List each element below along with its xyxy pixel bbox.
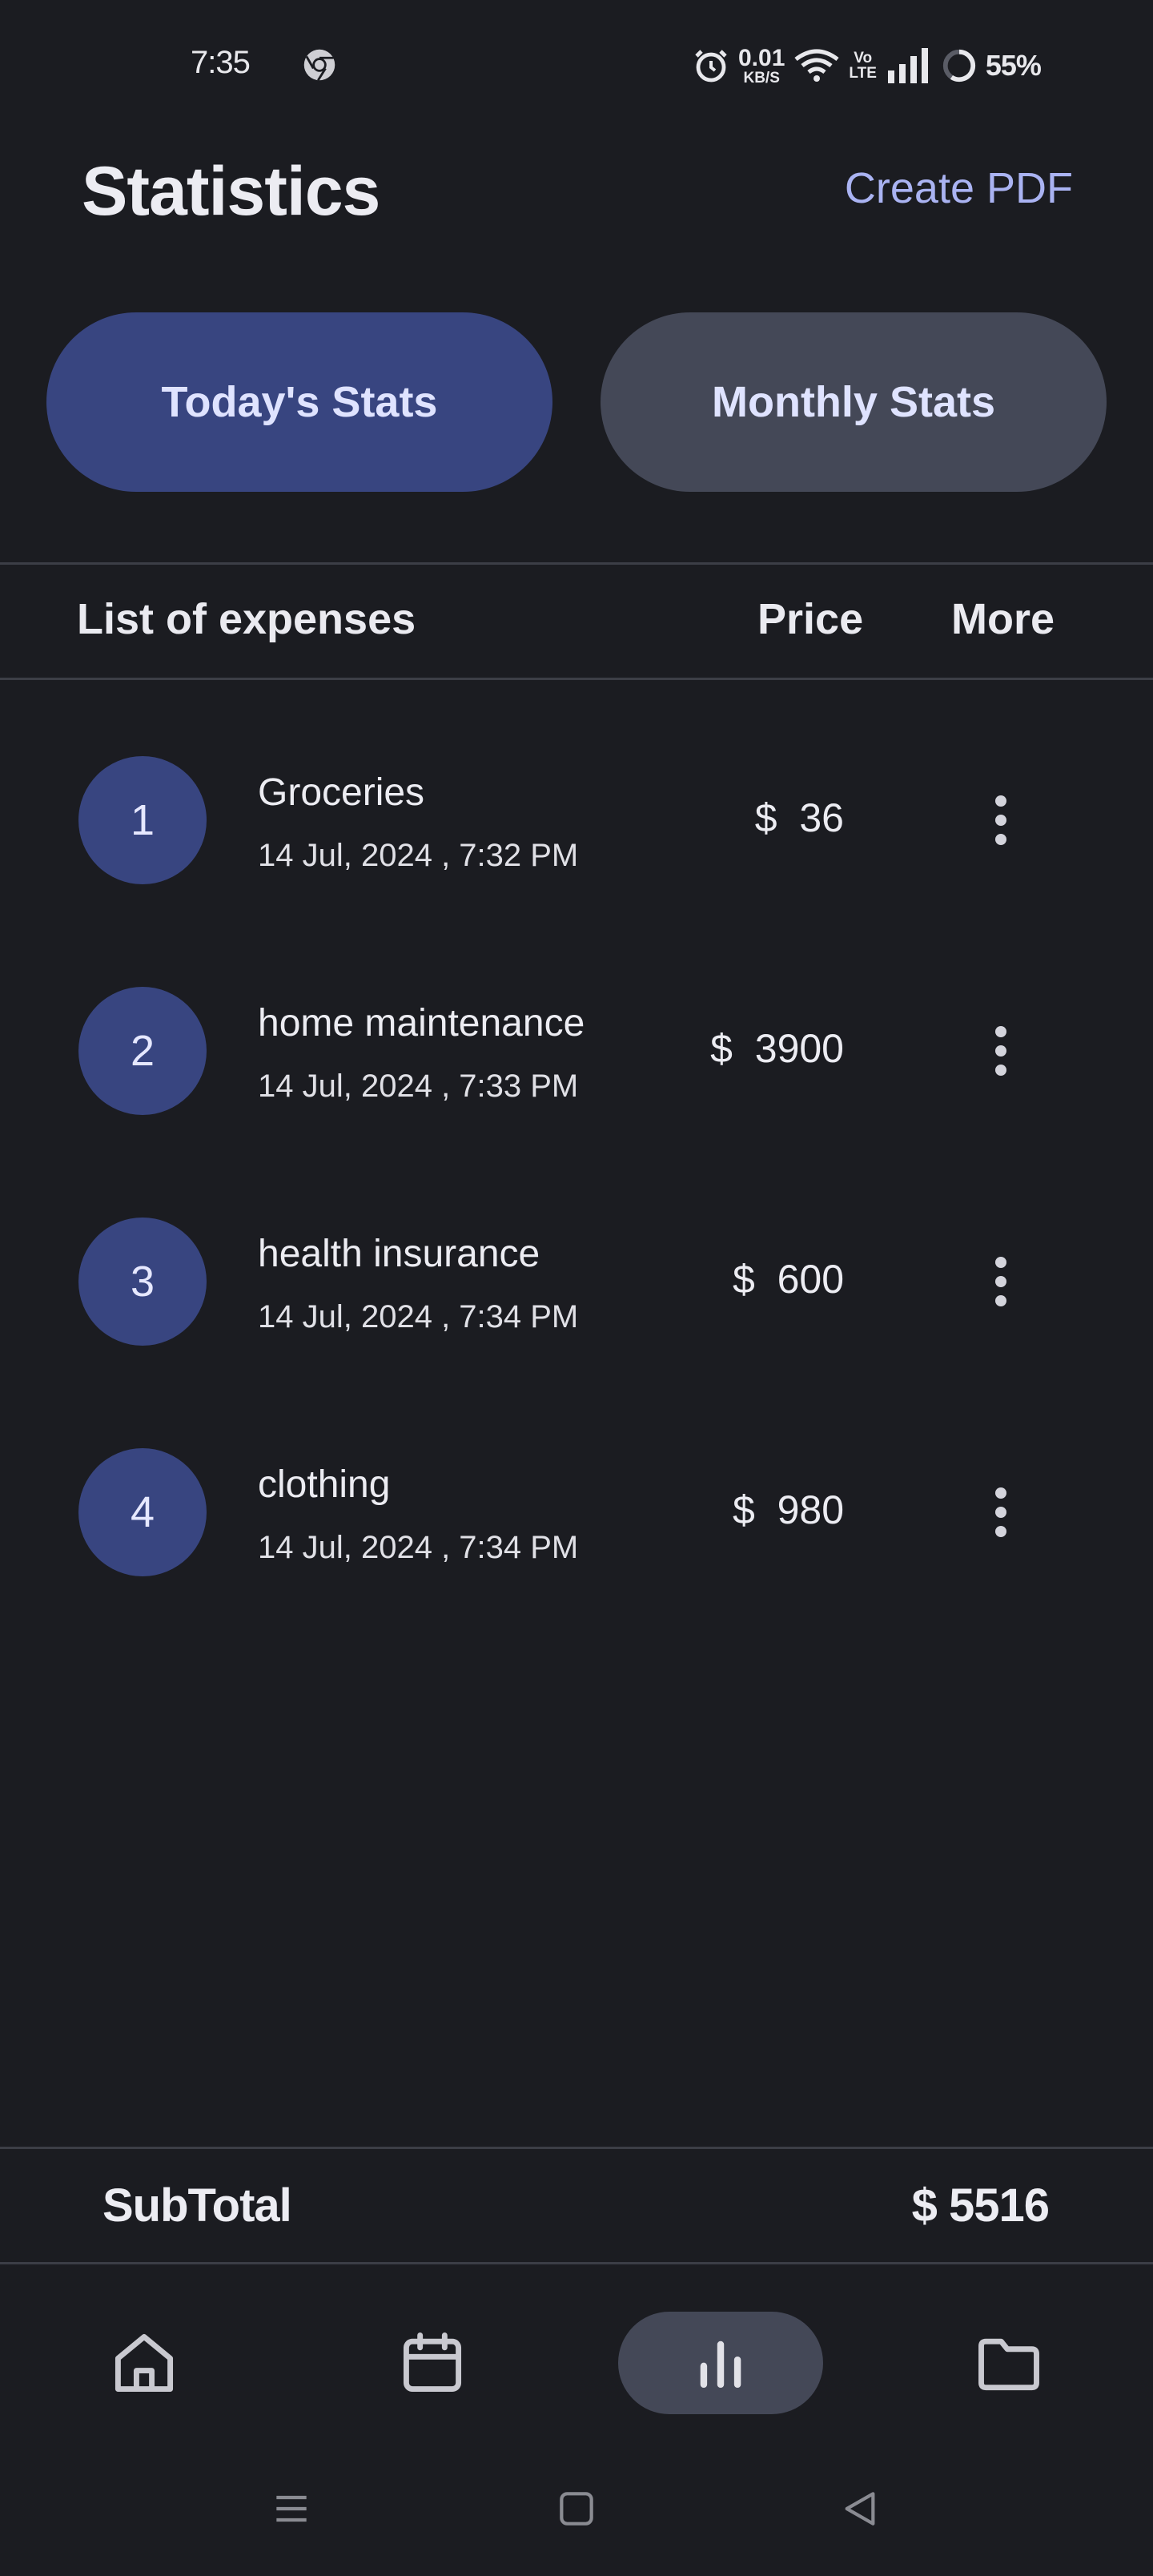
item-date: 14 Jul, 2024 , 7:32 PM [258, 838, 579, 873]
column-header-more: More [951, 595, 1055, 643]
menu-icon [276, 2495, 307, 2522]
status-bar: 7:35 0.01 KB/S Vo LTE 55% [0, 0, 1153, 128]
item-number-badge: 4 [78, 1448, 207, 1576]
status-indicators: 0.01 KB/S Vo LTE 55% [692, 42, 1042, 90]
column-header-price: Price [757, 595, 864, 643]
item-number-badge: 1 [78, 756, 207, 884]
chrome-icon [303, 49, 335, 81]
system-home-button[interactable] [544, 2477, 609, 2541]
list-item[interactable]: 3 health insurance 14 Jul, 2024 , 7:34 P… [0, 1166, 1153, 1397]
divider [0, 2147, 1153, 2149]
item-title: Groceries [258, 771, 425, 814]
more-vert-icon[interactable] [977, 1480, 1025, 1544]
home-icon [114, 2333, 174, 2393]
signal-icon [887, 48, 928, 83]
subtotal-label: SubTotal [102, 2180, 292, 2232]
more-vert-icon[interactable] [977, 1250, 1025, 1314]
divider [0, 2262, 1153, 2264]
item-title: health insurance [258, 1233, 540, 1275]
bar-chart-icon [700, 2341, 741, 2389]
item-date: 14 Jul, 2024 , 7:34 PM [258, 1299, 579, 1334]
item-price: $ 3900 [710, 1026, 844, 1071]
item-number-badge: 2 [78, 987, 207, 1115]
item-price: $ 600 [732, 1257, 844, 1302]
list-item[interactable]: 1 Groceries 14 Jul, 2024 , 7:32 PM $ 36 [0, 705, 1153, 936]
volte-indicator: Vo LTE [849, 50, 877, 82]
item-date: 14 Jul, 2024 , 7:34 PM [258, 1530, 579, 1565]
item-number-badge: 3 [78, 1218, 207, 1346]
system-back-button[interactable] [828, 2477, 892, 2541]
back-triangle-icon [845, 2492, 875, 2526]
item-date: 14 Jul, 2024 , 7:33 PM [258, 1069, 579, 1104]
home-square-icon [560, 2492, 593, 2526]
more-vert-icon[interactable] [977, 788, 1025, 852]
divider [0, 678, 1153, 680]
item-title: clothing [258, 1463, 391, 1506]
create-pdf-button[interactable]: Create PDF [809, 163, 1073, 213]
folder-icon [978, 2338, 1039, 2391]
item-price: $ 36 [754, 795, 844, 840]
wifi-icon [794, 49, 839, 82]
net-speed: 0.01 KB/S [738, 44, 785, 87]
subtotal-value: $ 5516 [911, 2180, 1050, 2232]
column-header-list: List of expenses [77, 595, 416, 643]
list-item[interactable]: 2 home maintenance 14 Jul, 2024 , 7:33 P… [0, 936, 1153, 1166]
nav-home[interactable] [42, 2312, 247, 2414]
tab-monthly-stats[interactable]: Monthly Stats [601, 312, 1107, 492]
nav-statistics[interactable] [618, 2312, 823, 2414]
tab-todays-stats[interactable]: Today's Stats [46, 312, 552, 492]
list-item[interactable]: 4 clothing 14 Jul, 2024 , 7:34 PM $ 980 [0, 1397, 1153, 1628]
alarm-icon [695, 50, 727, 83]
divider [0, 562, 1153, 565]
nav-calendar[interactable] [330, 2312, 535, 2414]
item-price: $ 980 [732, 1487, 844, 1532]
system-menu-button[interactable] [259, 2477, 323, 2541]
more-vert-icon[interactable] [977, 1019, 1025, 1083]
page-title: Statistics [82, 153, 380, 230]
calendar-icon [403, 2332, 462, 2393]
battery-ring-icon [942, 49, 975, 83]
status-time: 7:35 [191, 45, 251, 80]
item-title: home maintenance [258, 1002, 585, 1044]
battery-percent: 55% [985, 49, 1042, 82]
nav-files[interactable] [906, 2312, 1111, 2414]
